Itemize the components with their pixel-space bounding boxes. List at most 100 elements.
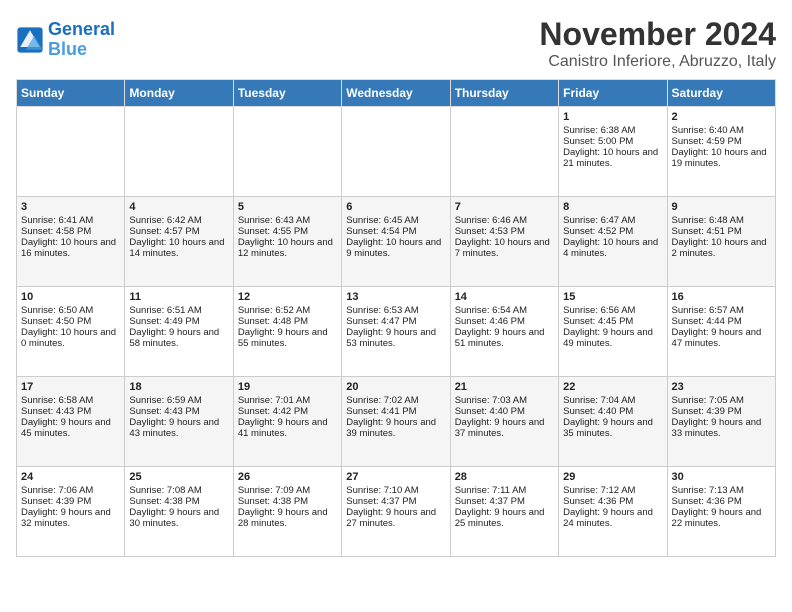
sunset-text: Sunset: 4:43 PM xyxy=(21,406,120,417)
daylight-text: Daylight: 10 hours and 16 minutes. xyxy=(21,237,120,259)
day-header-monday: Monday xyxy=(125,80,233,107)
day-header-tuesday: Tuesday xyxy=(233,80,341,107)
sunset-text: Sunset: 4:45 PM xyxy=(563,316,662,327)
daylight-text: Daylight: 10 hours and 9 minutes. xyxy=(346,237,445,259)
daylight-text: Daylight: 9 hours and 58 minutes. xyxy=(129,327,228,349)
day-number: 20 xyxy=(346,381,445,393)
calendar-cell: 20 Sunrise: 7:02 AMSunset: 4:41 PMDayligh… xyxy=(342,377,450,467)
day-number: 30 xyxy=(672,471,771,483)
daylight-text: Daylight: 10 hours and 12 minutes. xyxy=(238,237,337,259)
daylight-text: Daylight: 10 hours and 21 minutes. xyxy=(563,147,662,169)
sunrise-text: Sunrise: 6:47 AM xyxy=(563,215,662,226)
daylight-text: Daylight: 9 hours and 22 minutes. xyxy=(672,507,771,529)
day-header-sunday: Sunday xyxy=(17,80,125,107)
calendar-cell: 27Sunrise: 7:10 AMSunset: 4:37 PMDayligh… xyxy=(342,467,450,557)
daylight-text: Daylight: 9 hours and 32 minutes. xyxy=(21,507,120,529)
sunset-text: Sunset: 4:39 PM xyxy=(21,496,120,507)
day-number: 16 xyxy=(672,291,771,303)
calendar-cell: 14Sunrise: 6:54 AMSunset: 4:46 PMDayligh… xyxy=(450,287,558,377)
day-number: 17 xyxy=(21,381,120,393)
daylight-text: Daylight: 9 hours and 25 minutes. xyxy=(455,507,554,529)
sunset-text: Sunset: 4:39 PM xyxy=(672,406,771,417)
calendar-table: SundayMondayTuesdayWednesdayThursdayFrid… xyxy=(16,79,776,557)
day-number: 22 xyxy=(563,381,662,393)
daylight-text: Daylight: 9 hours and 33 minutes. xyxy=(672,417,771,439)
daylight-text: Daylight: 9 hours and 43 minutes. xyxy=(129,417,228,439)
day-number: 18 xyxy=(129,381,228,393)
daylight-text: Daylight: 9 hours and 51 minutes. xyxy=(455,327,554,349)
day-header-thursday: Thursday xyxy=(450,80,558,107)
sunset-text: Sunset: 4:41 PM xyxy=(346,406,445,417)
daylight-text: Daylight: 10 hours and 7 minutes. xyxy=(455,237,554,259)
sunrise-text: Sunrise: 6:48 AM xyxy=(672,215,771,226)
sunrise-text: Sunrise: 6:57 AM xyxy=(672,305,771,316)
daylight-text: Daylight: 9 hours and 47 minutes. xyxy=(672,327,771,349)
calendar-cell: 26 Sunrise: 7:09 AMSunset: 4:38 PMDayligh… xyxy=(233,467,341,557)
sunrise-text: Sunrise: 6:38 AM xyxy=(563,125,662,136)
sunset-text: Sunset: 4:37 PM xyxy=(346,496,445,507)
calendar-cell xyxy=(233,107,341,197)
sunset-text: Sunset: 4:59 PM xyxy=(672,136,771,147)
sunset-text: Sunset: 4:50 PM xyxy=(21,316,120,327)
sunrise-text: Sunrise: 7:11 AM xyxy=(455,485,554,496)
sunset-text: Sunset: 4:46 PM xyxy=(455,316,554,327)
daylight-text: Daylight: 9 hours and 27 minutes. xyxy=(346,507,445,529)
calendar-cell: 16Sunrise: 6:57 AMSunset: 4:44 PMDayligh… xyxy=(667,287,775,377)
calendar-cell xyxy=(125,107,233,197)
sunrise-text: Sunrise: 7:05 AM xyxy=(672,395,771,406)
daylight-text: Daylight: 10 hours and 19 minutes. xyxy=(672,147,771,169)
sunset-text: Sunset: 4:37 PM xyxy=(455,496,554,507)
calendar-cell: 28 Sunrise: 7:11 AMSunset: 4:37 PMDayligh… xyxy=(450,467,558,557)
sunrise-text: Sunrise: 6:54 AM xyxy=(455,305,554,316)
daylight-text: Daylight: 9 hours and 55 minutes. xyxy=(238,327,337,349)
daylight-text: Daylight: 9 hours and 45 minutes. xyxy=(21,417,120,439)
sunset-text: Sunset: 4:52 PM xyxy=(563,226,662,237)
sunrise-text: Sunrise: 7:10 AM xyxy=(346,485,445,496)
day-header-friday: Friday xyxy=(559,80,667,107)
sunrise-text: Sunrise: 7:03 AM xyxy=(455,395,554,406)
sunset-text: Sunset: 4:36 PM xyxy=(672,496,771,507)
day-number: 29 xyxy=(563,471,662,483)
day-number: 5 xyxy=(238,201,337,213)
day-number: 25 xyxy=(129,471,228,483)
sunset-text: Sunset: 4:40 PM xyxy=(563,406,662,417)
daylight-text: Daylight: 9 hours and 28 minutes. xyxy=(238,507,337,529)
day-number: 28 xyxy=(455,471,554,483)
sunrise-text: Sunrise: 7:09 AM xyxy=(238,485,337,496)
daylight-text: Daylight: 9 hours and 41 minutes. xyxy=(238,417,337,439)
sunrise-text: Sunrise: 6:46 AM xyxy=(455,215,554,226)
sunrise-text: Sunrise: 6:59 AM xyxy=(129,395,228,406)
location-title: Canistro Inferiore, Abruzzo, Italy xyxy=(539,53,776,71)
month-title: November 2024 xyxy=(539,16,776,53)
calendar-cell: 22Sunrise: 7:04 AMSunset: 4:40 PMDayligh… xyxy=(559,377,667,467)
day-number: 4 xyxy=(129,201,228,213)
sunset-text: Sunset: 4:54 PM xyxy=(346,226,445,237)
sunrise-text: Sunrise: 7:02 AM xyxy=(346,395,445,406)
daylight-text: Daylight: 9 hours and 39 minutes. xyxy=(346,417,445,439)
page-header: GeneralBlue November 2024 Canistro Infer… xyxy=(16,16,776,71)
sunset-text: Sunset: 4:38 PM xyxy=(238,496,337,507)
logo-text: GeneralBlue xyxy=(48,20,115,60)
day-number: 10 xyxy=(21,291,120,303)
daylight-text: Daylight: 10 hours and 4 minutes. xyxy=(563,237,662,259)
day-number: 3 xyxy=(21,201,120,213)
daylight-text: Daylight: 10 hours and 2 minutes. xyxy=(672,237,771,259)
daylight-text: Daylight: 9 hours and 30 minutes. xyxy=(129,507,228,529)
daylight-text: Daylight: 9 hours and 35 minutes. xyxy=(563,417,662,439)
day-number: 26 xyxy=(238,471,337,483)
sunrise-text: Sunrise: 6:53 AM xyxy=(346,305,445,316)
day-number: 7 xyxy=(455,201,554,213)
calendar-cell xyxy=(450,107,558,197)
calendar-cell: 23Sunrise: 7:05 AMSunset: 4:39 PMDayligh… xyxy=(667,377,775,467)
sunrise-text: Sunrise: 6:43 AM xyxy=(238,215,337,226)
sunset-text: Sunset: 4:47 PM xyxy=(346,316,445,327)
sunrise-text: Sunrise: 7:01 AM xyxy=(238,395,337,406)
sunrise-text: Sunrise: 6:50 AM xyxy=(21,305,120,316)
daylight-text: Daylight: 9 hours and 53 minutes. xyxy=(346,327,445,349)
sunset-text: Sunset: 4:40 PM xyxy=(455,406,554,417)
day-number: 2 xyxy=(672,111,771,123)
calendar-cell: 21Sunrise: 7:03 AMSunset: 4:40 PMDayligh… xyxy=(450,377,558,467)
sunset-text: Sunset: 4:58 PM xyxy=(21,226,120,237)
calendar-cell: 25Sunrise: 7:08 AMSunset: 4:38 PMDayligh… xyxy=(125,467,233,557)
sunset-text: Sunset: 4:36 PM xyxy=(563,496,662,507)
